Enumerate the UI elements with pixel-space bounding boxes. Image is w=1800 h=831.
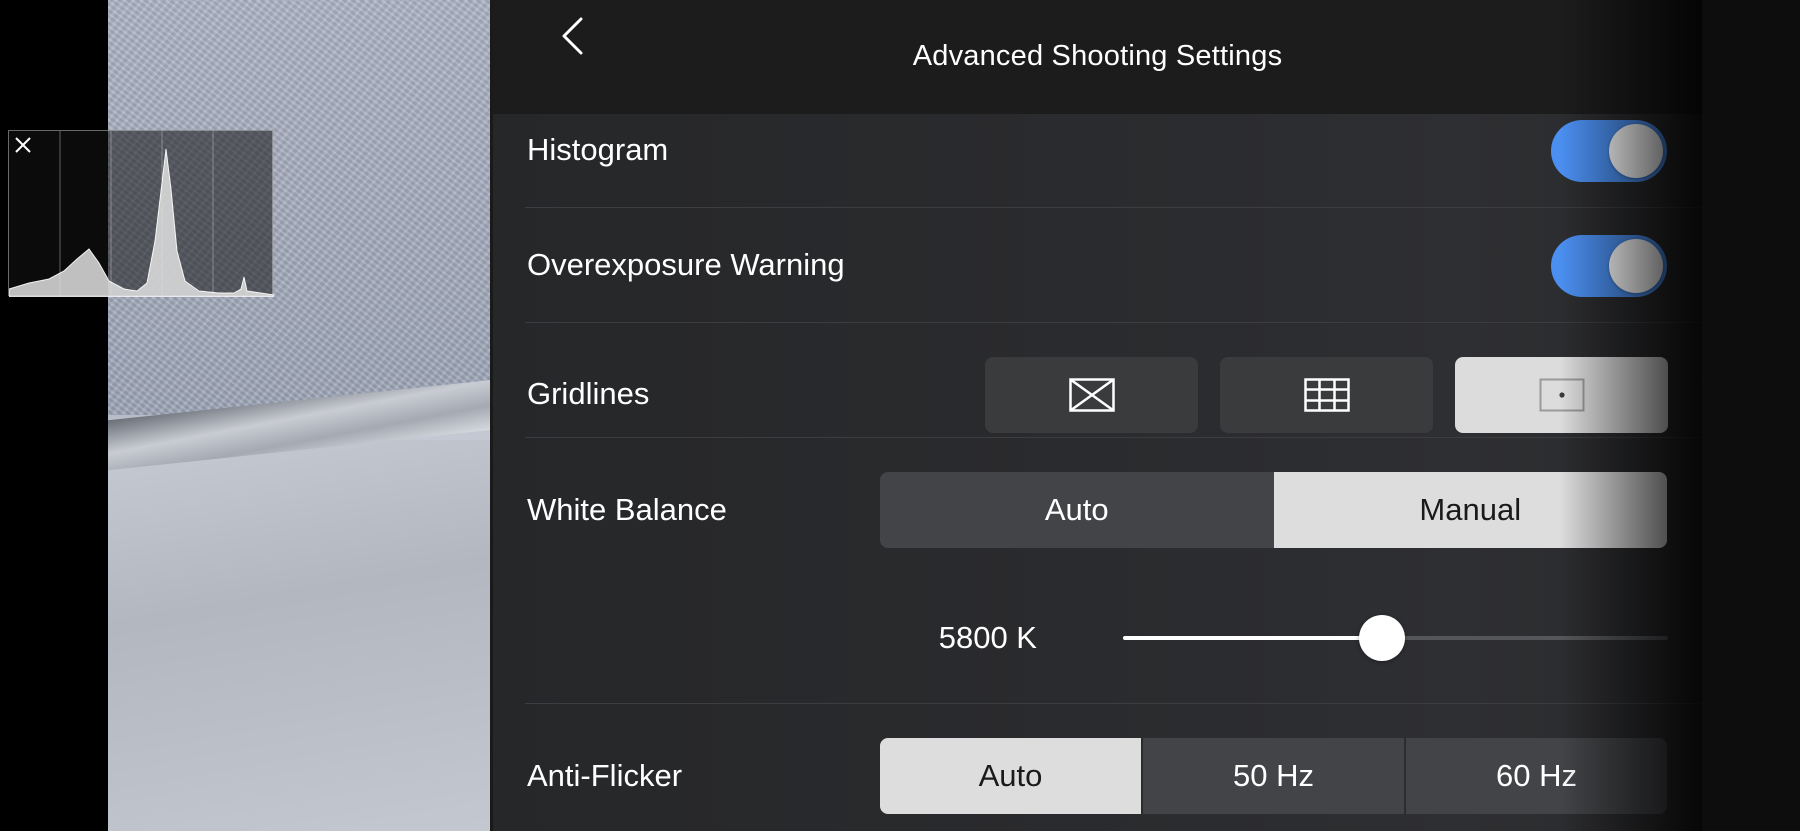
overexposure-warning-label: Overexposure Warning [527, 247, 845, 282]
preview-ground [108, 440, 493, 831]
gridlines-diagonals-button[interactable] [985, 357, 1198, 433]
white-balance-selector: Auto Manual [880, 472, 1667, 548]
divider [525, 322, 1702, 323]
white-balance-auto-option[interactable]: Auto [880, 472, 1274, 548]
divider [525, 207, 1702, 208]
histogram-label: Histogram [527, 132, 669, 167]
close-icon [15, 137, 31, 153]
histogram-overlay[interactable] [8, 130, 274, 297]
panel-header: Advanced Shooting Settings [493, 0, 1702, 114]
grid-thirds-icon [1303, 378, 1350, 412]
page-title: Advanced Shooting Settings [912, 40, 1283, 72]
anti-flicker-auto-option[interactable]: Auto [880, 738, 1141, 814]
histogram-close-button[interactable] [11, 133, 35, 157]
right-edge-bar [1702, 0, 1800, 831]
divider [525, 437, 1702, 438]
anti-flicker-50hz-option[interactable]: 50 Hz [1143, 738, 1404, 814]
white-balance-kelvin-value: 5800 K [938, 620, 1037, 655]
gridlines-thirds-button[interactable] [1220, 357, 1433, 433]
anti-flicker-label: Anti-Flicker [527, 758, 683, 793]
slider-thumb[interactable] [1359, 615, 1405, 661]
histogram-graph [9, 131, 274, 297]
camera-preview [108, 0, 493, 831]
grid-diagonals-icon [1068, 378, 1115, 412]
slider-fill [1123, 636, 1382, 640]
gridlines-label: Gridlines [527, 376, 650, 411]
white-balance-label: White Balance [527, 492, 727, 527]
settings-panel: Advanced Shooting Settings Histogram Ove… [493, 0, 1702, 831]
anti-flicker-selector: Auto 50 Hz 60 Hz [880, 738, 1667, 814]
divider [525, 703, 1702, 704]
